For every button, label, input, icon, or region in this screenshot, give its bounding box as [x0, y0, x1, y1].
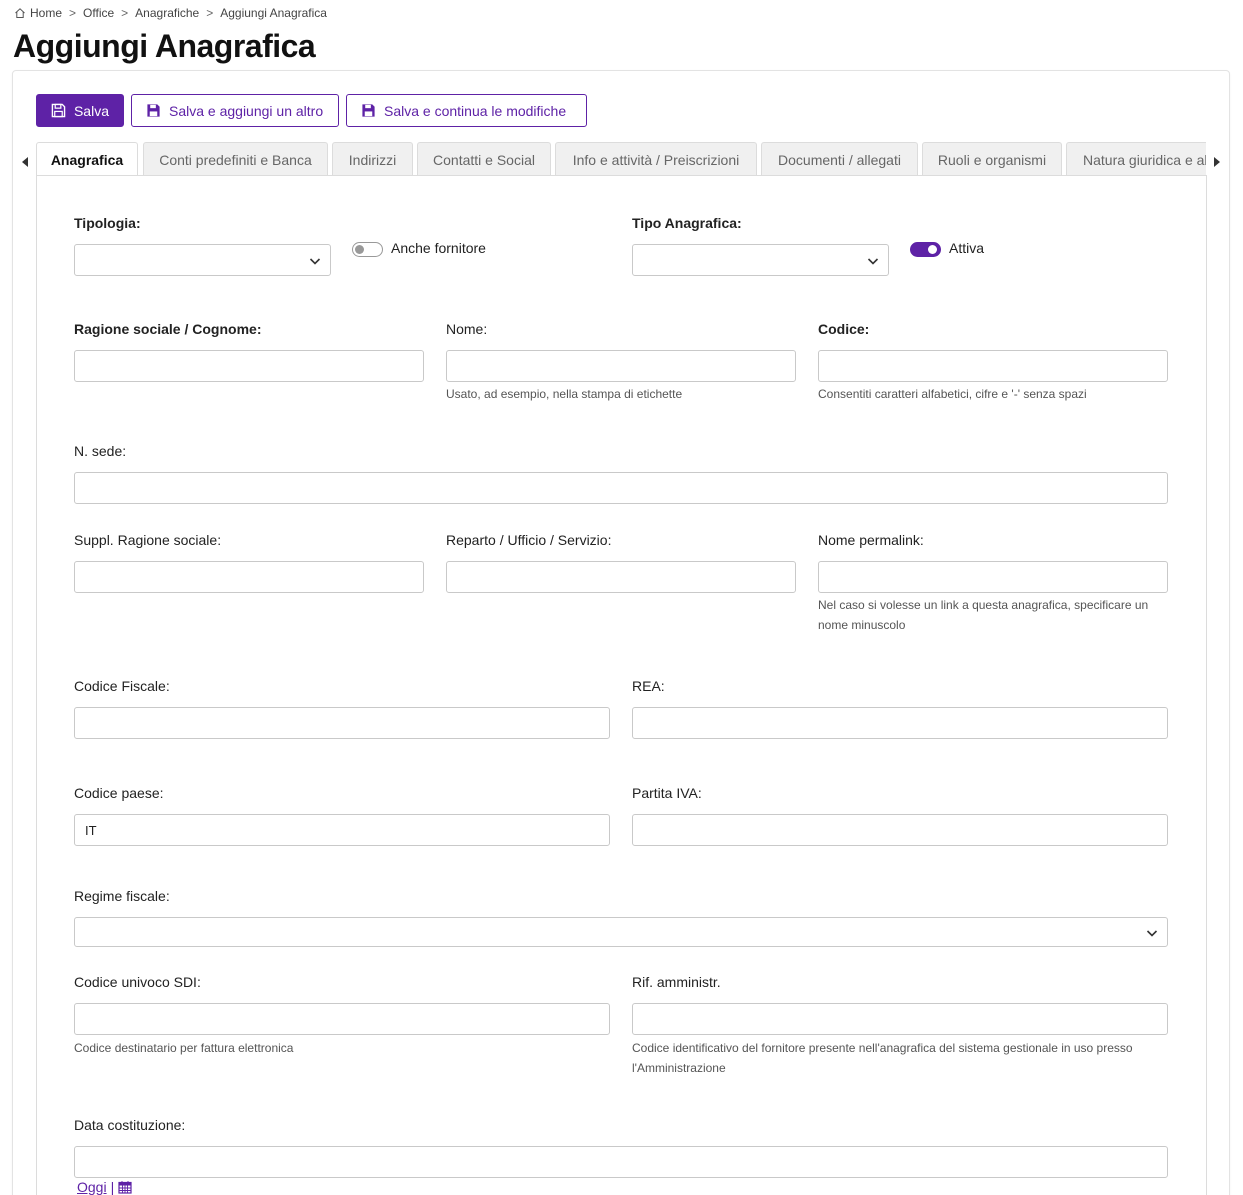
data-costituzione-label: Data costituzione: [74, 1117, 186, 1133]
caret-right-icon [1213, 157, 1220, 167]
codice-input[interactable] [818, 350, 1168, 382]
partita-iva-input[interactable] [632, 814, 1168, 846]
data-costituzione-input[interactable] [74, 1146, 1168, 1178]
toggle-knob [355, 245, 364, 254]
anche-fornitore-toggle[interactable] [352, 242, 383, 257]
codice-sdi-input[interactable] [74, 1003, 610, 1035]
codice-paese-input[interactable] [74, 814, 610, 846]
tipologia-label: Tipologia: [74, 215, 141, 231]
attiva-label: Attiva [949, 240, 985, 256]
nome-label: Nome: [446, 321, 488, 337]
chevron-down-icon [867, 258, 879, 265]
breadcrumb-home[interactable]: Home [30, 6, 62, 20]
floppy-disk-icon [362, 104, 375, 117]
attiva-toggle[interactable] [910, 242, 941, 257]
nome-help-text: Usato, ad esempio, nella stampa di etich… [446, 387, 683, 401]
codice-sdi-help-text: Codice destinatario per fattura elettron… [74, 1041, 294, 1055]
codice-fiscale-label: Codice Fiscale: [74, 678, 170, 694]
rea-label: REA: [632, 678, 665, 694]
reparto-input[interactable] [446, 561, 796, 593]
rif-amministr-label: Rif. amministr. [632, 974, 721, 990]
tipo-anagrafica-label: Tipo Anagrafica: [632, 215, 742, 231]
n-sede-input[interactable] [74, 472, 1168, 504]
date-shortcuts: Oggi | [77, 1179, 132, 1195]
tab-ruoli-organismi[interactable]: Ruoli e organismi [922, 142, 1062, 176]
regime-fiscale-label: Regime fiscale: [74, 888, 170, 904]
tipologia-select[interactable] [74, 244, 331, 276]
toggle-knob [928, 245, 937, 254]
save-and-add-button[interactable]: Salva e aggiungi un altro [131, 94, 339, 127]
codice-fiscale-input[interactable] [74, 707, 610, 739]
breadcrumb-separator: > [206, 6, 214, 20]
tab-indirizzi[interactable]: Indirizzi [332, 142, 413, 176]
ragione-sociale-label: Ragione sociale / Cognome: [74, 321, 262, 337]
save-and-add-label: Salva e aggiungi un altro [169, 102, 324, 119]
save-button[interactable]: Salva [36, 94, 124, 127]
today-link[interactable]: Oggi [77, 1179, 107, 1195]
tab-info-attivita[interactable]: Info e attività / Preiscrizioni [555, 142, 757, 176]
nome-permalink-input[interactable] [818, 561, 1168, 593]
rea-input[interactable] [632, 707, 1168, 739]
suppl-ragione-sociale-input[interactable] [74, 561, 424, 593]
regime-fiscale-select[interactable] [74, 917, 1168, 947]
n-sede-label: N. sede: [74, 443, 127, 459]
tab-scroll-right-button[interactable] [1211, 152, 1221, 172]
nome-input[interactable] [446, 350, 796, 382]
floppy-disk-icon [51, 103, 66, 118]
codice-paese-label: Codice paese: [74, 785, 164, 801]
tab-scroll-left-button[interactable] [20, 152, 30, 172]
date-shortcut-divider: | [110, 1179, 115, 1195]
save-and-continue-label: Salva e continua le modifiche [384, 102, 567, 119]
breadcrumb: Home > Office > Anagrafiche > Aggiungi A… [14, 5, 327, 21]
anche-fornitore-label: Anche fornitore [391, 240, 486, 256]
floppy-disk-icon [147, 104, 160, 117]
rif-amministr-help-text: Codice identificativo del fornitore pres… [632, 1041, 1133, 1075]
home-icon [15, 8, 25, 18]
codice-label: Codice: [818, 321, 870, 337]
ragione-sociale-input[interactable] [74, 350, 424, 382]
save-button-label: Salva [73, 102, 109, 119]
tab-natura-giuridica[interactable]: Natura giuridica e altro [1066, 142, 1206, 176]
rif-amministr-input[interactable] [632, 1003, 1168, 1035]
save-and-continue-button[interactable]: Salva e continua le modifiche [346, 94, 587, 127]
caret-left-icon [21, 157, 28, 167]
chevron-down-icon [309, 258, 321, 265]
tipo-anagrafica-select[interactable] [632, 244, 889, 276]
tab-documenti-allegati[interactable]: Documenti / allegati [761, 142, 918, 176]
reparto-label: Reparto / Ufficio / Servizio: [446, 532, 612, 548]
tab-contatti-social[interactable]: Contatti e Social [417, 142, 551, 176]
partita-iva-label: Partita IVA: [632, 785, 702, 801]
tab-conti-predefiniti-banca[interactable]: Conti predefiniti e Banca [143, 142, 328, 176]
breadcrumb-separator: > [121, 6, 129, 20]
breadcrumb-office[interactable]: Office [83, 6, 114, 20]
breadcrumb-separator: > [69, 6, 77, 20]
codice-help-text: Consentiti caratteri alfabetici, cifre e… [818, 387, 1087, 401]
codice-sdi-label: Codice univoco SDI: [74, 974, 201, 990]
breadcrumb-anagrafiche[interactable]: Anagrafiche [135, 6, 199, 20]
nome-permalink-help-text: Nel caso si volesse un link a questa ana… [818, 598, 1149, 632]
suppl-ragione-sociale-label: Suppl. Ragione sociale: [74, 532, 222, 548]
chevron-down-icon [1146, 930, 1158, 937]
tab-anagrafica[interactable]: Anagrafica [36, 142, 138, 176]
tab-bar: Anagrafica Conti predefiniti e Banca Ind… [36, 142, 1206, 176]
nome-permalink-label: Nome permalink: [818, 532, 924, 548]
calendar-icon[interactable] [118, 1180, 132, 1194]
page-title: Aggiungi Anagrafica [13, 28, 316, 64]
breadcrumb-current: Aggiungi Anagrafica [220, 6, 327, 20]
